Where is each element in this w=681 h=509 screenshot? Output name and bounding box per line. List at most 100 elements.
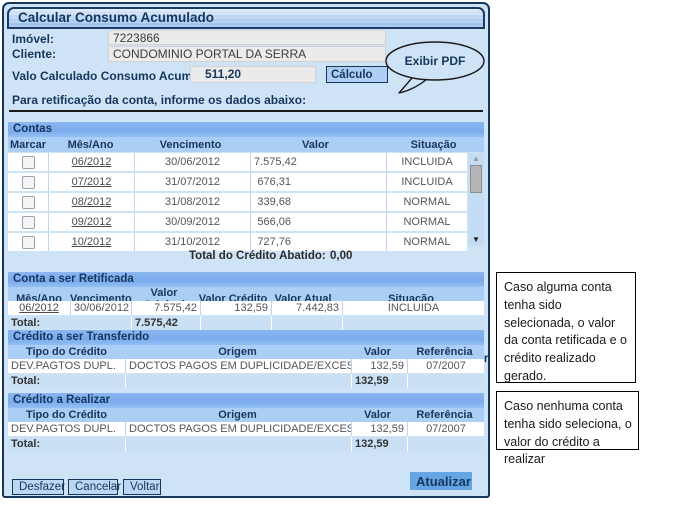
- total-label: Total:: [8, 374, 125, 388]
- total-credito-abatido-value: 0,00: [330, 250, 352, 262]
- contas-footer: Total do Crédito Abatido: 0,00: [8, 248, 484, 265]
- realizar-section: Crédito a Realizar Tipo do Crédito Orige…: [8, 393, 484, 451]
- col-tipo-credito: Tipo do Crédito: [8, 346, 125, 358]
- exibir-pdf-callout: Exibir PDF: [382, 39, 492, 101]
- vencimento-cell: 30/06/2012: [135, 153, 250, 171]
- divider-line: [9, 110, 483, 112]
- col-valor: Valor: [248, 139, 383, 151]
- marcar-checkbox[interactable]: [22, 196, 35, 209]
- contas-section-header: Contas: [8, 122, 484, 137]
- total-valor: 132,59: [352, 374, 407, 388]
- col-mes-ano: Mês/Ano: [48, 139, 133, 151]
- col-origem: Origem: [125, 346, 350, 358]
- annotation-box-none-selected: Caso nenhuma conta tenha sido seleciona,…: [496, 391, 639, 450]
- valor-cell: 132,59: [352, 359, 407, 373]
- voltar-button[interactable]: Voltar: [123, 479, 161, 495]
- table-row: DEV.PAGTOS DUPL. DOCTOS PAGOS EM DUPLICI…: [8, 422, 484, 437]
- marcar-checkbox[interactable]: [22, 216, 35, 229]
- origem-cell: DOCTOS PAGOS EM DUPLICIDADE/EXCESSO: [126, 422, 351, 436]
- col-origem: Origem: [125, 409, 350, 421]
- col-valor: Valor: [350, 346, 405, 358]
- realizar-total-row: Total: 132,59: [8, 437, 484, 451]
- annotation-box-selected: Caso alguma conta tenha sido selecionada…: [496, 272, 636, 383]
- calculo-button[interactable]: Cálculo: [326, 66, 388, 83]
- retificada-section: Conta a ser Retificada Mês/Ano Venciment…: [8, 272, 484, 330]
- table-row: 06/2012 30/06/2012 7.575,42 132,59 7.442…: [8, 301, 484, 316]
- mes-ano-link[interactable]: 07/2012: [72, 176, 112, 188]
- retificada-total-row: Total: 7.575,42: [8, 316, 484, 330]
- cancelar-button[interactable]: Cancelar: [68, 479, 118, 495]
- mes-ano-link[interactable]: 10/2012: [72, 236, 112, 248]
- cliente-label: Cliente:: [12, 47, 56, 61]
- instrucao-text: Para retificação da conta, informe os da…: [12, 93, 306, 107]
- valor-cell: 339,68: [251, 193, 386, 211]
- scroll-up-icon[interactable]: ▲: [472, 153, 480, 165]
- imovel-field[interactable]: 7223866: [108, 30, 386, 45]
- situacao-cell: NORMAL: [387, 213, 467, 231]
- cliente-field[interactable]: CONDOMINIO PORTAL DA SERRA: [108, 46, 386, 62]
- transferido-section-header: Crédito a ser Transferido: [8, 330, 484, 345]
- total-valor: 132,59: [352, 437, 407, 451]
- scroll-down-icon[interactable]: ▼: [472, 234, 480, 246]
- callout-tail: [399, 78, 427, 93]
- col-marcar: Marcar: [8, 139, 48, 151]
- origem-cell: DOCTOS PAGOS EM DUPLICIDADE/EXCESSO: [126, 359, 351, 373]
- col-tipo-credito: Tipo do Crédito: [8, 409, 125, 421]
- calcular-consumo-dialog: Calcular Consumo Acumulado Imóvel: 72238…: [2, 2, 490, 498]
- contas-scrollbar[interactable]: ▲ ▼: [468, 153, 484, 246]
- transferido-total-row: Total: 132,59: [8, 374, 484, 388]
- col-vencimento: Vencimento: [133, 139, 248, 151]
- situacao-cell: NORMAL: [387, 193, 467, 211]
- total-label: Total:: [8, 437, 125, 451]
- situacao-cell: INCLUIDA: [343, 301, 484, 315]
- valor-calculado-field[interactable]: 511,20: [190, 66, 316, 83]
- valor-cell: 7.575,42: [251, 153, 386, 171]
- realizar-section-header: Crédito a Realizar: [8, 393, 484, 408]
- referencia-cell: 07/2007: [408, 359, 484, 373]
- table-row: 08/2012 31/08/2012 339,68 NORMAL: [8, 193, 467, 213]
- tipo-credito-cell: DEV.PAGTOS DUPL.: [8, 359, 125, 373]
- callout-text: Exibir PDF: [405, 54, 466, 68]
- col-referencia: Referência: [405, 346, 484, 358]
- imovel-label: Imóvel:: [12, 32, 54, 46]
- vencimento-cell: 30/09/2012: [135, 213, 250, 231]
- mes-ano-link[interactable]: 06/2012: [19, 302, 59, 314]
- retificada-column-headers: Mês/Ano Vencimento Valor Original Valor …: [8, 287, 484, 301]
- col-valor: Valor: [350, 409, 405, 421]
- table-row: 09/2012 30/09/2012 566,06 NORMAL: [8, 213, 467, 233]
- desfazer-button[interactable]: Desfazer: [12, 479, 64, 495]
- scrollbar-thumb[interactable]: [470, 165, 482, 193]
- dialog-title: Calcular Consumo Acumulado: [9, 9, 483, 25]
- transferido-section: Crédito a ser Transferido Tipo do Crédit…: [8, 330, 484, 388]
- atualizar-button[interactable]: Atualizar: [410, 472, 472, 490]
- contas-table-body: 06/2012 30/06/2012 7.575,42 INCLUIDA 07/…: [8, 153, 467, 253]
- marcar-checkbox[interactable]: [22, 176, 35, 189]
- situacao-cell: INCLUIDA: [387, 173, 467, 191]
- valor-cell: 676,31: [251, 173, 386, 191]
- table-row: DEV.PAGTOS DUPL. DOCTOS PAGOS EM DUPLICI…: [8, 359, 484, 374]
- col-situacao: Situação: [383, 139, 484, 151]
- vencimento-cell: 30/06/2012: [71, 301, 131, 315]
- retificada-section-header: Conta a ser Retificada: [8, 272, 484, 287]
- transferido-column-headers: Tipo do Crédito Origem Valor Referência: [8, 345, 484, 359]
- mes-ano-link[interactable]: 09/2012: [72, 216, 112, 228]
- vencimento-cell: 31/07/2012: [135, 173, 250, 191]
- mes-ano-link[interactable]: 06/2012: [72, 156, 112, 168]
- referencia-cell: 07/2007: [408, 422, 484, 436]
- valor-cell: 132,59: [352, 422, 407, 436]
- valor-cell: 566,06: [251, 213, 386, 231]
- tipo-credito-cell: DEV.PAGTOS DUPL.: [8, 422, 125, 436]
- valor-credito-cell: 132,59: [201, 301, 271, 315]
- contas-column-headers: Marcar Mês/Ano Vencimento Valor Situação: [8, 137, 484, 152]
- total-valor-original: 7.575,42: [132, 316, 200, 330]
- table-row: 07/2012 31/07/2012 676,31 INCLUIDA: [8, 173, 467, 193]
- col-referencia: Referência: [405, 409, 484, 421]
- screenshot-root: Calcular Consumo Acumulado Imóvel: 72238…: [0, 0, 681, 509]
- vencimento-cell: 31/08/2012: [135, 193, 250, 211]
- valor-original-cell: 7.575,42: [132, 301, 200, 315]
- valor-atual-cell: 7.442,83: [272, 301, 342, 315]
- mes-ano-link[interactable]: 08/2012: [72, 196, 112, 208]
- contas-section: Contas Marcar Mês/Ano Vencimento Valor S…: [8, 122, 484, 254]
- marcar-checkbox[interactable]: [22, 156, 35, 169]
- situacao-cell: INCLUIDA: [387, 153, 467, 171]
